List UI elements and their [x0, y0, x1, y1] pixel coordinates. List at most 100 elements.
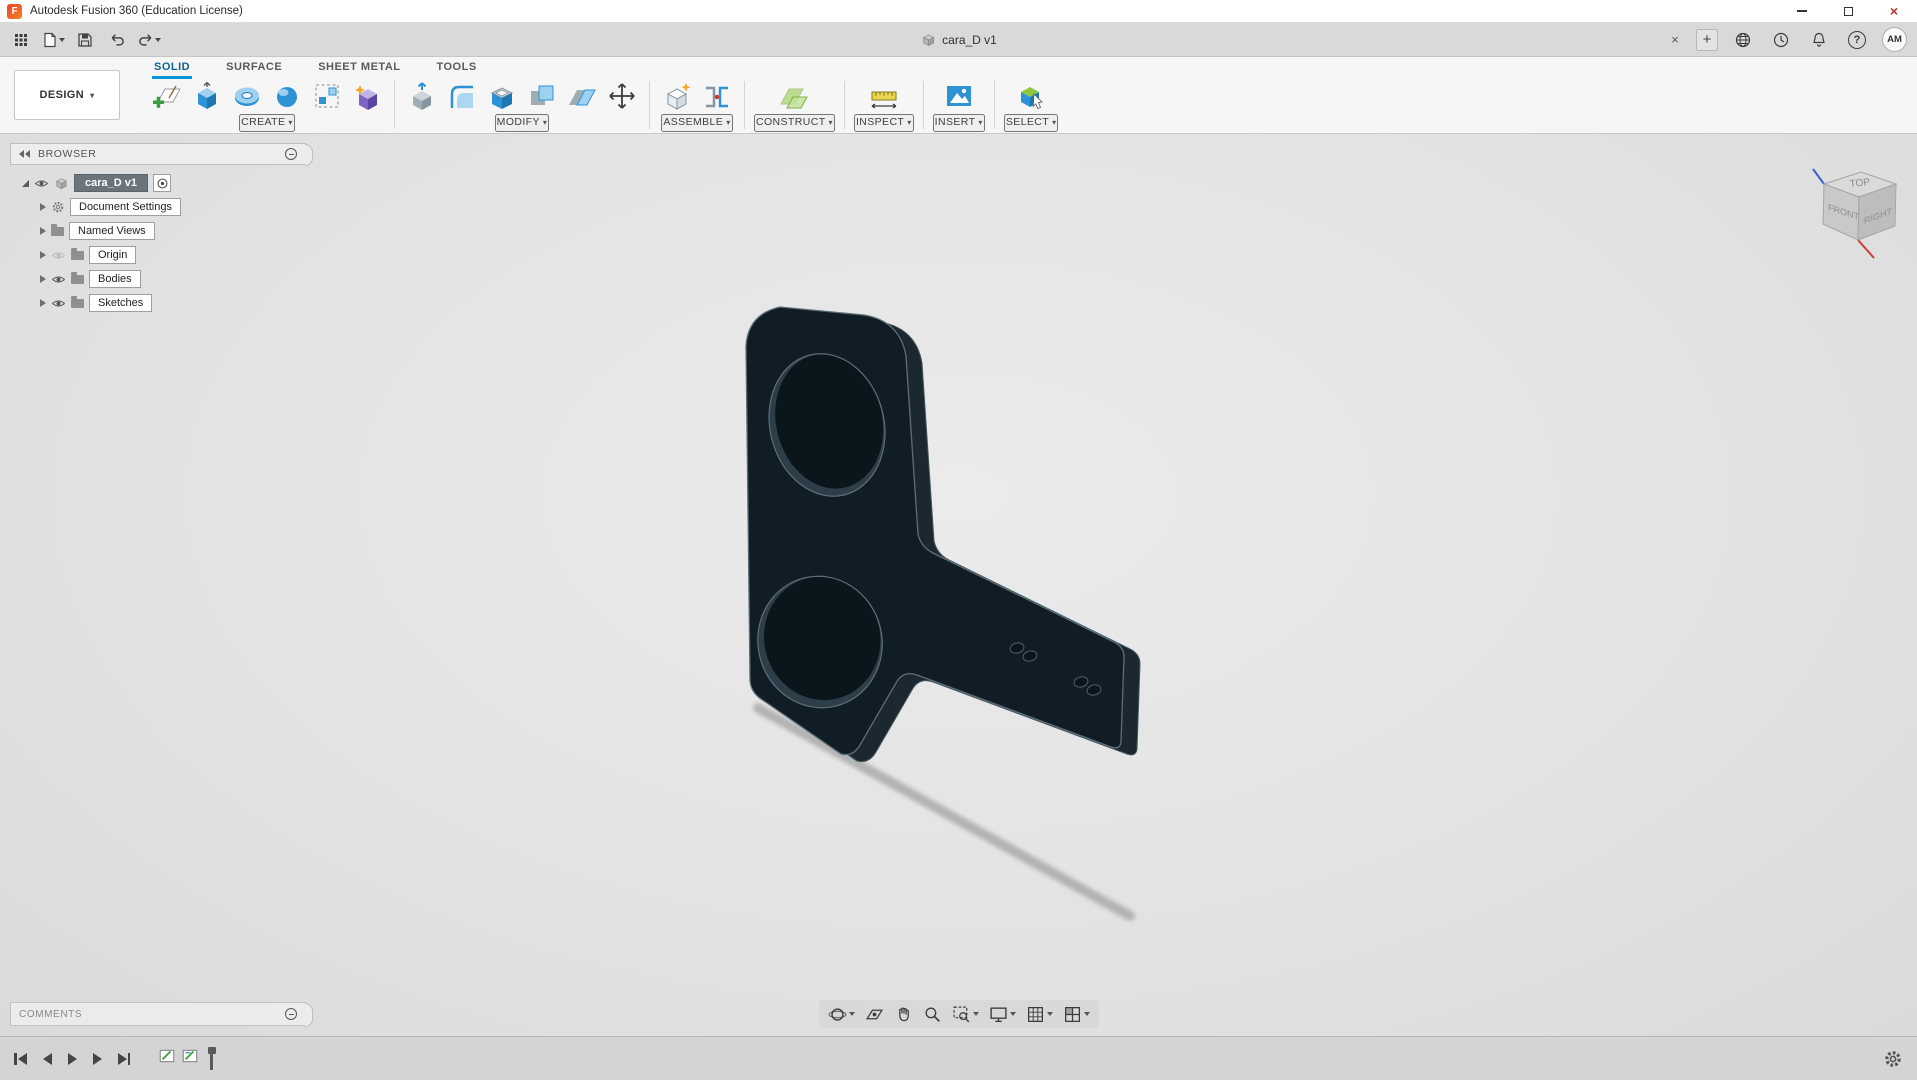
browser-root-row[interactable]: cara_D v1	[10, 171, 306, 195]
timeline-playhead-marker[interactable]	[207, 1046, 216, 1070]
offset-face-button[interactable]	[564, 78, 600, 114]
create-sketch-button[interactable]	[149, 78, 185, 114]
document-tab[interactable]: cara_D v1	[906, 23, 1011, 57]
rectangular-pattern-button[interactable]	[309, 78, 345, 114]
3d-viewport[interactable]: TOP FRONT RIGHT BROWSER cara_D v1 Docume…	[0, 134, 1917, 1036]
expander-closed-icon[interactable]	[40, 299, 46, 307]
expander-closed-icon[interactable]	[40, 227, 46, 235]
measure-button[interactable]	[866, 78, 902, 114]
insert-image-button[interactable]	[941, 78, 977, 114]
browser-item-label[interactable]: Named Views	[69, 222, 155, 240]
expander-closed-icon[interactable]	[40, 275, 46, 283]
ribbon-group-inspect-label[interactable]: INSPECT ▾	[853, 114, 914, 132]
expander-closed-icon[interactable]	[40, 251, 46, 259]
construction-plane-button[interactable]	[776, 78, 812, 114]
zoom-button[interactable]	[920, 1002, 945, 1026]
look-at-button[interactable]	[862, 1002, 887, 1026]
expander-open-icon[interactable]	[22, 179, 29, 187]
notifications-button[interactable]	[1806, 27, 1832, 53]
close-document-tab-button[interactable]: ×	[1666, 32, 1684, 47]
ribbon-group-create-label[interactable]: CREATE ▾	[239, 114, 295, 132]
go-to-beginning-button[interactable]	[14, 1052, 27, 1065]
browser-item-label[interactable]: Bodies	[89, 270, 141, 288]
tab-sheet-metal[interactable]: SHEET METAL	[316, 59, 402, 76]
eye-icon[interactable]	[51, 298, 66, 309]
move-copy-icon	[609, 83, 635, 109]
sketch-feature-1[interactable]	[158, 1047, 176, 1070]
eye-icon[interactable]	[51, 274, 66, 285]
select-button[interactable]	[1013, 78, 1049, 114]
eye-icon[interactable]	[34, 178, 49, 189]
new-document-tab-button[interactable]: +	[1696, 28, 1718, 51]
eye-hidden-icon[interactable]	[51, 250, 66, 261]
combine-button[interactable]	[524, 78, 560, 114]
insert-image-icon	[946, 86, 971, 106]
display-settings-button[interactable]	[986, 1002, 1019, 1026]
browser-item-origin[interactable]: Origin	[10, 243, 306, 267]
press-pull-button[interactable]	[404, 78, 440, 114]
browser-item-bodies[interactable]: Bodies	[10, 267, 306, 291]
browser-item-label[interactable]: Origin	[89, 246, 137, 264]
file-menu-button[interactable]	[40, 27, 66, 53]
ribbon-group-insert-label[interactable]: INSERT ▾	[932, 114, 985, 132]
tab-tools[interactable]: TOOLS	[434, 59, 478, 76]
user-avatar[interactable]: AM	[1882, 27, 1907, 52]
create-form-button[interactable]	[349, 78, 385, 114]
step-forward-button[interactable]	[92, 1052, 102, 1065]
extensions-button[interactable]	[1730, 27, 1756, 53]
help-button[interactable]: ?	[1844, 27, 1870, 53]
grid-and-snaps-button[interactable]	[1023, 1002, 1056, 1026]
maximize-button[interactable]	[1825, 0, 1871, 22]
redo-button[interactable]	[136, 27, 162, 53]
fillet-button[interactable]	[444, 78, 480, 114]
sketch-feature-2[interactable]	[181, 1047, 199, 1070]
ribbon-group-construct-label[interactable]: CONSTRUCT ▾	[754, 114, 835, 132]
joint-button[interactable]	[699, 78, 735, 114]
create-sketch-icon	[153, 85, 181, 108]
ribbon-group-select-label[interactable]: SELECT ▾	[1003, 114, 1059, 132]
sweep-button[interactable]	[269, 78, 305, 114]
workspace-selector[interactable]: DESIGN ▾	[14, 70, 120, 120]
minimize-panel-icon[interactable]	[285, 148, 297, 160]
collapse-panel-icon[interactable]	[19, 150, 30, 158]
browser-root-label[interactable]: cara_D v1	[74, 174, 148, 192]
move-copy-button[interactable]	[604, 78, 640, 114]
extrude-button[interactable]	[189, 78, 225, 114]
chevron-down-icon: ▾	[542, 117, 548, 127]
fusion-logo-letter: F	[11, 5, 18, 17]
expander-closed-icon[interactable]	[40, 203, 46, 211]
browser-item-label[interactable]: Document Settings	[70, 198, 181, 216]
browser-header[interactable]: BROWSER	[10, 143, 313, 166]
ribbon-group-assemble-label[interactable]: ASSEMBLE ▾	[661, 114, 733, 132]
new-component-button[interactable]	[659, 78, 695, 114]
viewcube[interactable]: TOP FRONT RIGHT	[1806, 158, 1916, 270]
activate-component-radio[interactable]	[153, 174, 171, 192]
model-shadow	[753, 703, 1135, 921]
ribbon-group-modify-label[interactable]: MODIFY ▾	[494, 114, 550, 132]
fit-button[interactable]	[949, 1002, 982, 1026]
browser-item-named-views[interactable]: Named Views	[10, 219, 306, 243]
undo-button[interactable]	[104, 27, 130, 53]
play-button[interactable]	[67, 1052, 77, 1065]
close-window-button[interactable]: ×	[1871, 0, 1917, 22]
timeline-settings-button[interactable]	[1883, 1049, 1917, 1069]
pan-button[interactable]	[891, 1002, 916, 1026]
data-panel-button[interactable]	[8, 27, 34, 53]
go-to-end-button[interactable]	[117, 1052, 130, 1065]
step-back-button[interactable]	[42, 1052, 52, 1065]
comments-bar[interactable]: COMMENTS	[10, 1002, 313, 1027]
browser-item-sketches[interactable]: Sketches	[10, 291, 306, 315]
browser-item-label[interactable]: Sketches	[89, 294, 153, 312]
job-status-button[interactable]	[1768, 27, 1794, 53]
browser-item-document-settings[interactable]: Document Settings	[10, 195, 306, 219]
tab-solid[interactable]: SOLID	[152, 59, 193, 79]
minimize-panel-icon[interactable]	[285, 1008, 297, 1020]
revolve-button[interactable]	[229, 78, 265, 114]
tab-surface[interactable]: SURFACE	[224, 59, 284, 76]
ribbon-group-insert: INSERT ▾	[924, 78, 994, 132]
minimize-button[interactable]	[1779, 0, 1825, 22]
orbit-button[interactable]	[825, 1002, 858, 1026]
viewports-button[interactable]	[1060, 1002, 1093, 1026]
shell-button[interactable]	[484, 78, 520, 114]
save-button[interactable]	[72, 27, 98, 53]
